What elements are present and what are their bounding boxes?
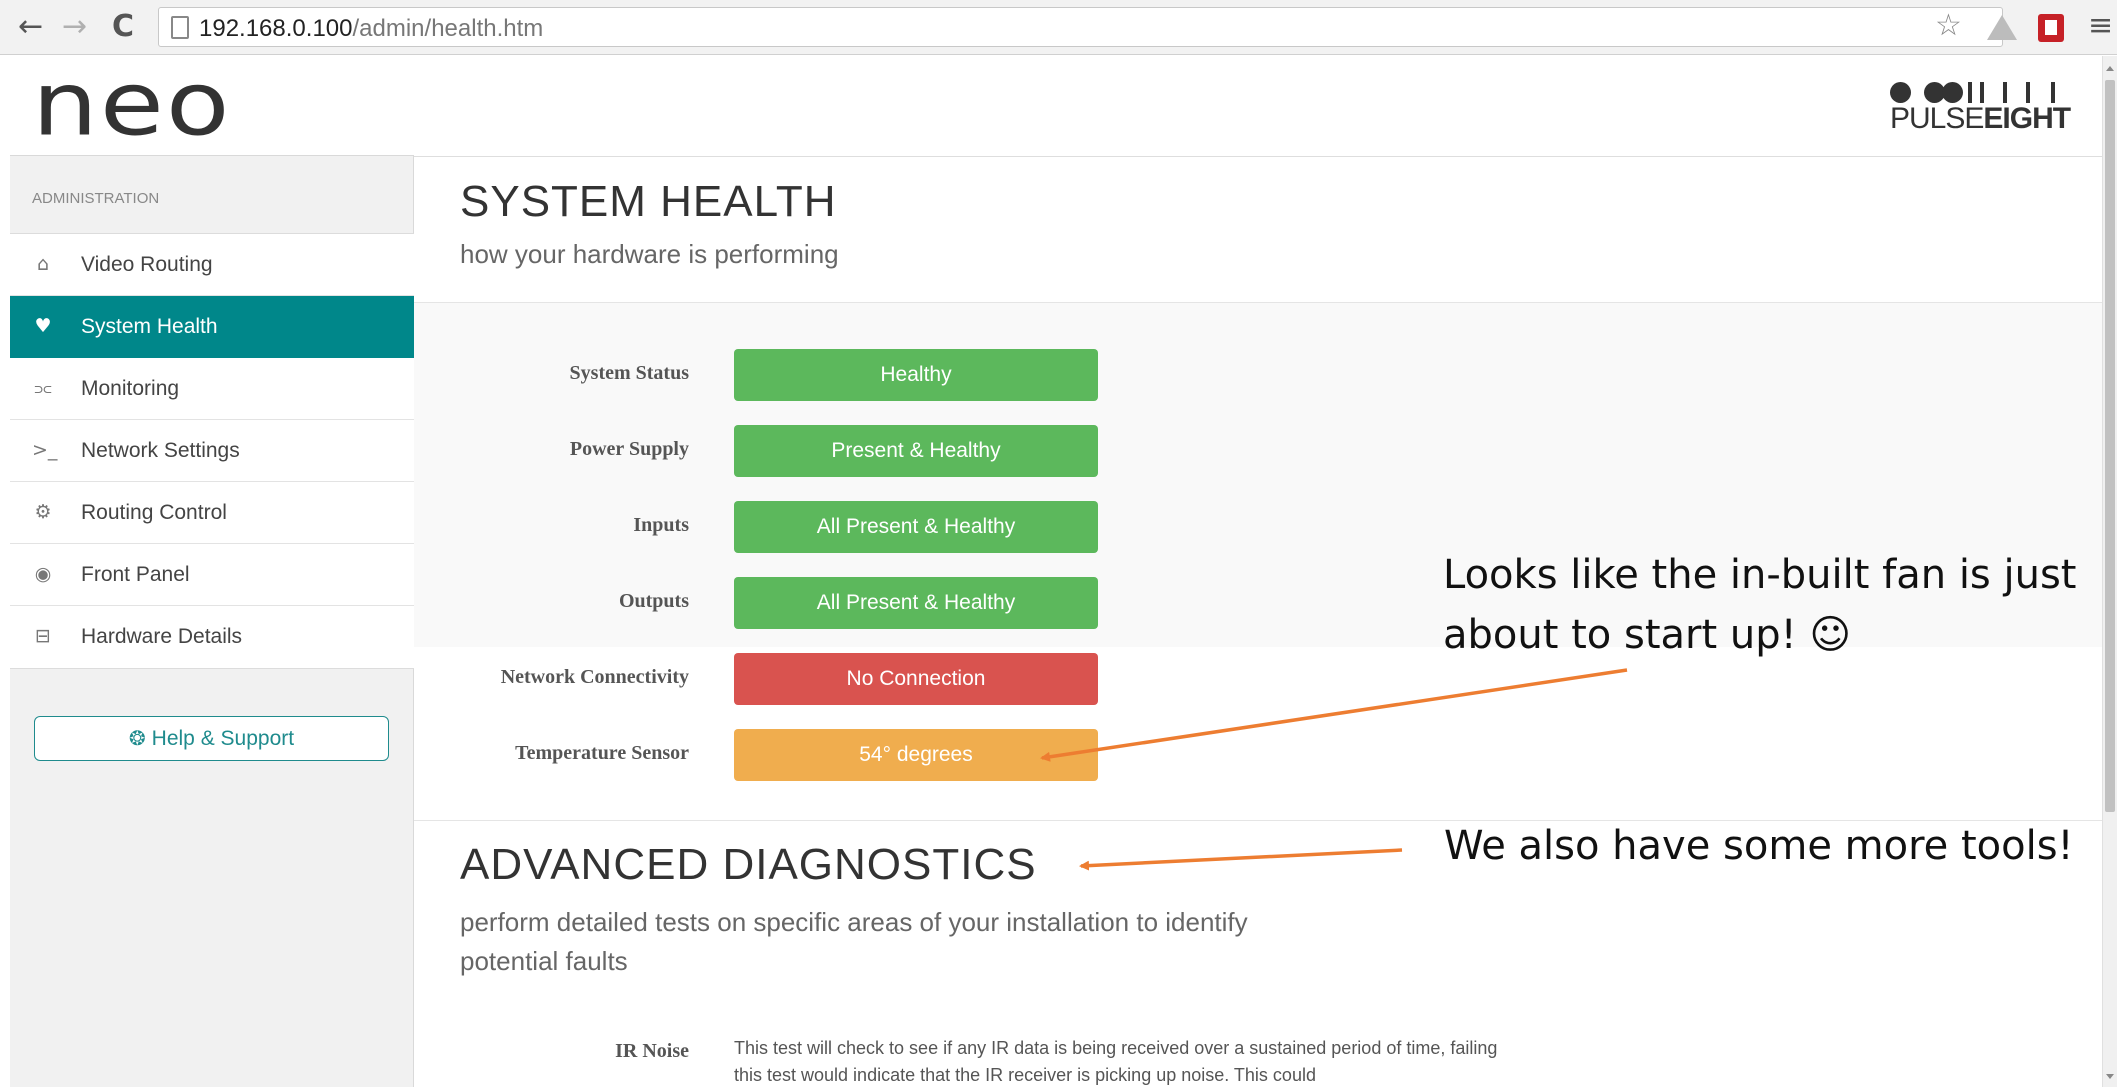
page-title: SYSTEM HEALTH	[460, 177, 837, 226]
status-label-outputs: Outputs	[618, 590, 689, 612]
sidebar-item-label: System Health	[81, 315, 218, 338]
fan-annotation-line1: Looks like the in-built fan is just	[1443, 552, 2077, 598]
page-icon	[171, 16, 189, 39]
ir-noise-description: This test will check to see if any IR da…	[734, 1038, 1498, 1085]
sidebar-item-routing-control[interactable]: ⚙ Routing Control	[10, 482, 414, 544]
page-scrollbar[interactable]	[2102, 56, 2117, 1087]
cogs-icon: ⚙	[34, 501, 52, 523]
sidebar-item-label: Network Settings	[81, 439, 240, 462]
url-text[interactable]: 192.168.0.100/admin/health.htm	[199, 15, 543, 43]
fan-annotation-line2: about to start up! ☺	[1443, 612, 1852, 658]
top-bar: PULSEEIGHT	[414, 56, 2102, 157]
status-label-inputs: Inputs	[633, 514, 689, 536]
status-label-temperature: Temperature Sensor	[515, 742, 689, 764]
rss-icon: ⫗	[34, 377, 52, 399]
sidebar-item-hardware-details[interactable]: ⊟ Hardware Details	[10, 606, 414, 668]
reload-icon[interactable]: C	[112, 10, 134, 44]
logo-area: neo	[10, 53, 414, 156]
fan-annotation: Looks like the in-built fan is just abou…	[1443, 545, 2076, 665]
ir-noise-label: IR Noise	[615, 1040, 689, 1062]
status-badge-network: No Connection	[734, 653, 1098, 705]
pulse-eight-logo: PULSEEIGHT	[1876, 76, 2071, 136]
pulse-eight-wordmark: PULSEEIGHT	[1890, 102, 2071, 135]
sidebar-section-label: ADMINISTRATION	[32, 190, 160, 207]
status-label-network: Network Connectivity	[500, 666, 689, 688]
url-host: 192.168.0.100	[199, 15, 353, 42]
home-icon: ⌂	[36, 253, 50, 275]
scroll-up-arrow-icon[interactable]	[2106, 66, 2114, 71]
sidebar-item-label: Monitoring	[81, 377, 180, 400]
back-arrow-icon[interactable]: ←	[18, 10, 43, 44]
sidebar-item-label: Routing Control	[81, 501, 227, 524]
scroll-thumb[interactable]	[2105, 80, 2115, 812]
sidebar-item-front-panel[interactable]: ◉ Front Panel	[10, 544, 414, 606]
browser-toolbar: ← → C 192.168.0.100/admin/health.htm ☆ ≡	[0, 0, 2117, 55]
help-support-label: Help & Support	[151, 727, 295, 750]
hard-drive-icon: ⊟	[35, 625, 51, 647]
dot-circle-icon: ◉	[34, 563, 52, 585]
status-badge-outputs: All Present & Healthy	[734, 577, 1098, 629]
help-support-button[interactable]: ❂ Help & Support	[34, 716, 389, 761]
status-label-power: Power Supply	[569, 438, 689, 460]
bookmark-star-icon[interactable]: ☆	[1935, 11, 1962, 41]
sidebar-item-label: Video Routing	[81, 253, 213, 276]
advanced-diagnostics-subtitle: perform detailed tests on specific areas…	[460, 907, 1248, 976]
sidebar-item-system-health[interactable]: ♥ System Health	[10, 296, 414, 358]
pdf-extension-icon[interactable]	[2038, 14, 2064, 42]
status-badge-inputs: All Present & Healthy	[734, 501, 1098, 553]
page-subtitle: how your hardware is performing	[460, 239, 839, 269]
advanced-diagnostics-title: ADVANCED DIAGNOSTICS	[460, 840, 1037, 889]
status-label-system: System Status	[569, 362, 689, 384]
sidebar-item-label: Hardware Details	[81, 625, 243, 648]
heart-icon: ♥	[34, 315, 52, 337]
scroll-down-arrow-icon[interactable]	[2106, 1074, 2114, 1079]
status-badge-system: Healthy	[734, 349, 1098, 401]
sidebar: neo ADMINISTRATION ⌂ Video Routing ♥ Sys…	[10, 53, 414, 1087]
url-path: /admin/health.htm	[352, 15, 544, 42]
life-ring-icon: ❂	[128, 726, 146, 750]
forward-arrow-icon[interactable]: →	[62, 10, 87, 44]
tools-annotation: We also have some more tools!	[1444, 823, 2074, 869]
neo-logo[interactable]: neo	[32, 53, 232, 155]
address-bar[interactable]: 192.168.0.100/admin/health.htm	[158, 7, 2003, 47]
sidebar-item-network-settings[interactable]: >_ Network Settings	[10, 420, 414, 482]
status-badge-temperature: 54° degrees	[734, 729, 1098, 781]
terminal-icon: >_	[32, 439, 58, 461]
sidebar-item-label: Front Panel	[81, 563, 190, 586]
sidebar-nav: ⌂ Video Routing ♥ System Health ⫗ Monito…	[10, 233, 414, 669]
sidebar-item-video-routing[interactable]: ⌂ Video Routing	[10, 234, 414, 296]
browser-menu-icon[interactable]: ≡	[2088, 11, 2113, 41]
sidebar-item-monitoring[interactable]: ⫗ Monitoring	[10, 358, 414, 420]
status-badge-power: Present & Healthy	[734, 425, 1098, 477]
drive-extension-icon[interactable]	[1987, 15, 2017, 40]
